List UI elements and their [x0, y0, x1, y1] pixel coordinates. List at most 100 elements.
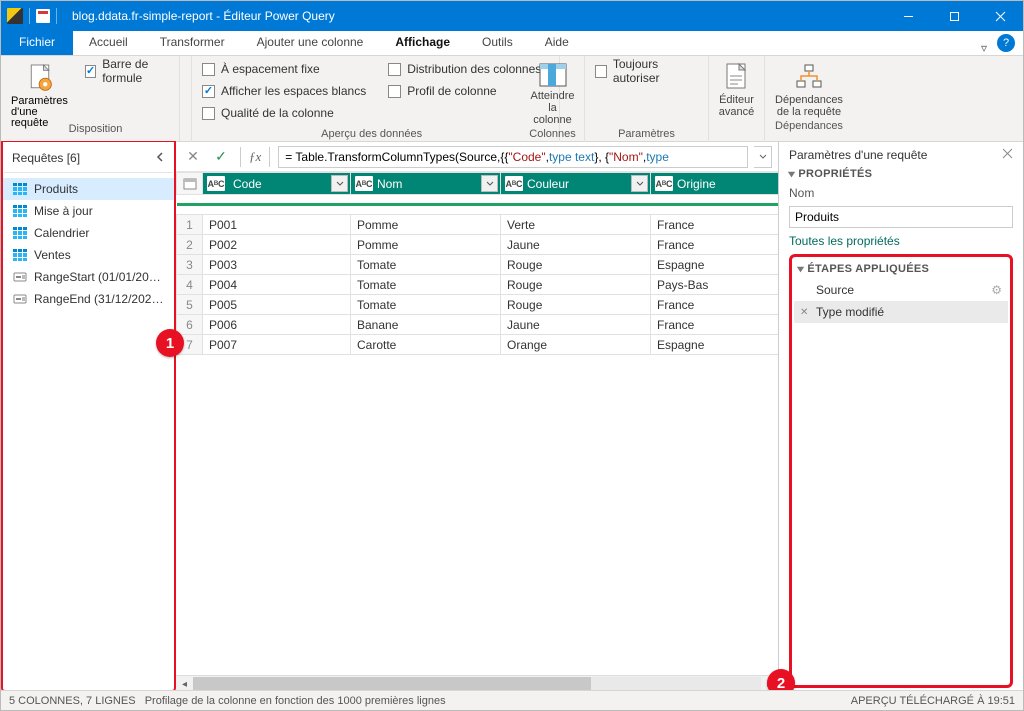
close-button[interactable] [977, 1, 1023, 31]
type-text-icon: AᴮC [355, 176, 373, 191]
query-item[interactable]: RangeEnd (31/12/2022 0… [3, 288, 174, 310]
query-item[interactable]: Calendrier [3, 222, 174, 244]
cell[interactable]: Banane [351, 315, 501, 335]
cell[interactable]: P006 [203, 315, 351, 335]
collapse-ribbon-button[interactable]: ▿ [973, 41, 995, 55]
cell[interactable]: Tomate [351, 275, 501, 295]
cell[interactable]: Carotte [351, 335, 501, 355]
monospace-checkbox[interactable]: À espacement fixe [202, 59, 366, 79]
commit-formula-button[interactable]: ✓ [210, 146, 232, 168]
column-filter-button[interactable] [631, 175, 648, 192]
cell[interactable]: Espagne [651, 335, 779, 355]
table-row[interactable]: 4P004TomateRougePays-Bas [177, 275, 779, 295]
columns-group-label: Colonnes [529, 126, 575, 141]
tab-ajouter-colonne[interactable]: Ajouter une colonne [241, 30, 380, 55]
column-filter-button[interactable] [331, 175, 348, 192]
table-row[interactable]: 6P006BananeJauneFrance [177, 315, 779, 335]
step-source[interactable]: Source⚙ [794, 279, 1008, 301]
cell[interactable]: Tomate [351, 295, 501, 315]
advanced-editor-icon[interactable] [720, 62, 754, 92]
step-type-modifie[interactable]: Type modifié [794, 301, 1008, 323]
cell[interactable]: Rouge [501, 255, 651, 275]
collapse-queries-button[interactable] [155, 151, 165, 165]
quick-access-toolbar [1, 8, 66, 24]
table-row[interactable]: 1P001PommeVerteFrance [177, 215, 779, 235]
table-row[interactable]: 7P007CarotteOrangeEspagne [177, 335, 779, 355]
all-properties-link[interactable]: Toutes les propriétés [789, 234, 1013, 248]
table-row[interactable]: 3P003TomateRougeEspagne [177, 255, 779, 275]
cell[interactable]: P002 [203, 235, 351, 255]
column-filter-button[interactable] [481, 175, 498, 192]
cell[interactable]: France [651, 215, 779, 235]
column-header[interactable]: AᴮCNom [351, 173, 501, 195]
maximize-button[interactable] [931, 1, 977, 31]
tab-transformer[interactable]: Transformer [144, 30, 241, 55]
cell[interactable]: Rouge [501, 295, 651, 315]
query-item[interactable]: Produits [3, 178, 174, 200]
queries-header: Requêtes [6] [12, 151, 80, 165]
table-row[interactable]: 2P002PommeJauneFrance [177, 235, 779, 255]
formula-bar-checkbox[interactable]: Barre de formule [85, 61, 169, 81]
dependencies-group-label: Dépendances [775, 118, 843, 133]
query-item[interactable]: RangeStart (01/01/2021… [3, 266, 174, 288]
column-distribution-checkbox[interactable]: Distribution des colonnes [388, 59, 541, 79]
cell[interactable]: P005 [203, 295, 351, 315]
formula-input[interactable]: = Table.TransformColumnTypes(Source,{{"C… [278, 146, 748, 168]
applied-steps-section[interactable]: ÉTAPES APPLIQUÉES [794, 263, 1008, 279]
tab-affichage[interactable]: Affichage [379, 30, 466, 55]
parameters-group-label: Paramètres [595, 126, 698, 141]
cell[interactable]: Verte [501, 215, 651, 235]
cell[interactable]: P001 [203, 215, 351, 235]
save-icon[interactable] [36, 9, 50, 23]
cell[interactable]: Tomate [351, 255, 501, 275]
row-number: 1 [177, 215, 203, 235]
cell[interactable]: France [651, 235, 779, 255]
query-dependencies-icon[interactable] [792, 62, 826, 92]
tab-aide[interactable]: Aide [529, 30, 585, 55]
properties-section[interactable]: PROPRIÉTÉS [789, 168, 1013, 180]
always-allow-checkbox[interactable]: Toujours autoriser [595, 61, 698, 81]
query-name-input[interactable] [789, 206, 1013, 228]
status-preview-time: APERÇU TÉLÉCHARGÉ À 19:51 [851, 695, 1015, 707]
queries-list: ProduitsMise à jourCalendrierVentesRange… [3, 174, 174, 314]
minimize-button[interactable] [885, 1, 931, 31]
layout-group-label: Disposition [13, 123, 178, 135]
type-text-icon: AᴮC [207, 176, 225, 191]
tab-accueil[interactable]: Accueil [73, 30, 144, 55]
cell[interactable]: P003 [203, 255, 351, 275]
cell[interactable]: Pomme [351, 235, 501, 255]
cell[interactable]: Orange [501, 335, 651, 355]
column-profile-checkbox[interactable]: Profil de colonne [388, 81, 541, 101]
tab-file[interactable]: Fichier [1, 30, 73, 55]
formula-expand-button[interactable] [754, 146, 772, 168]
applied-steps-box: ÉTAPES APPLIQUÉES Source⚙ Type modifié [789, 254, 1013, 688]
cell[interactable]: Jaune [501, 235, 651, 255]
goto-column-icon[interactable] [536, 62, 570, 88]
query-item[interactable]: Mise à jour [3, 200, 174, 222]
cell[interactable]: Espagne [651, 255, 779, 275]
query-item[interactable]: Ventes [3, 244, 174, 266]
cell[interactable]: P007 [203, 335, 351, 355]
cell[interactable]: Jaune [501, 315, 651, 335]
cell[interactable]: Pays-Bas [651, 275, 779, 295]
cell[interactable]: France [651, 295, 779, 315]
whitespace-checkbox[interactable]: Afficher les espaces blancs [202, 81, 366, 101]
cell[interactable]: P004 [203, 275, 351, 295]
tab-outils[interactable]: Outils [466, 30, 529, 55]
column-quality-checkbox[interactable]: Qualité de la colonne [202, 103, 366, 123]
cell[interactable]: Rouge [501, 275, 651, 295]
gear-icon[interactable]: ⚙ [991, 283, 1002, 297]
help-button[interactable]: ? [997, 34, 1015, 52]
cell[interactable]: France [651, 315, 779, 335]
table-row[interactable]: 5P005TomateRougeFrance [177, 295, 779, 315]
query-settings-icon[interactable] [24, 62, 56, 96]
select-all-corner[interactable] [177, 173, 203, 195]
column-header[interactable]: AᴮCCouleur [501, 173, 651, 195]
column-header[interactable]: AᴮCOrigine [651, 173, 779, 195]
data-grid[interactable]: AᴮCCodeAᴮCNomAᴮCCouleurAᴮCOrigine 1P001P… [176, 172, 778, 675]
cell[interactable]: Pomme [351, 215, 501, 235]
column-header[interactable]: AᴮCCode [203, 173, 351, 195]
preview-group-label: Aperçu des données [202, 126, 541, 141]
close-settings-button[interactable] [1002, 148, 1013, 162]
cancel-formula-button[interactable]: ✕ [182, 146, 204, 168]
